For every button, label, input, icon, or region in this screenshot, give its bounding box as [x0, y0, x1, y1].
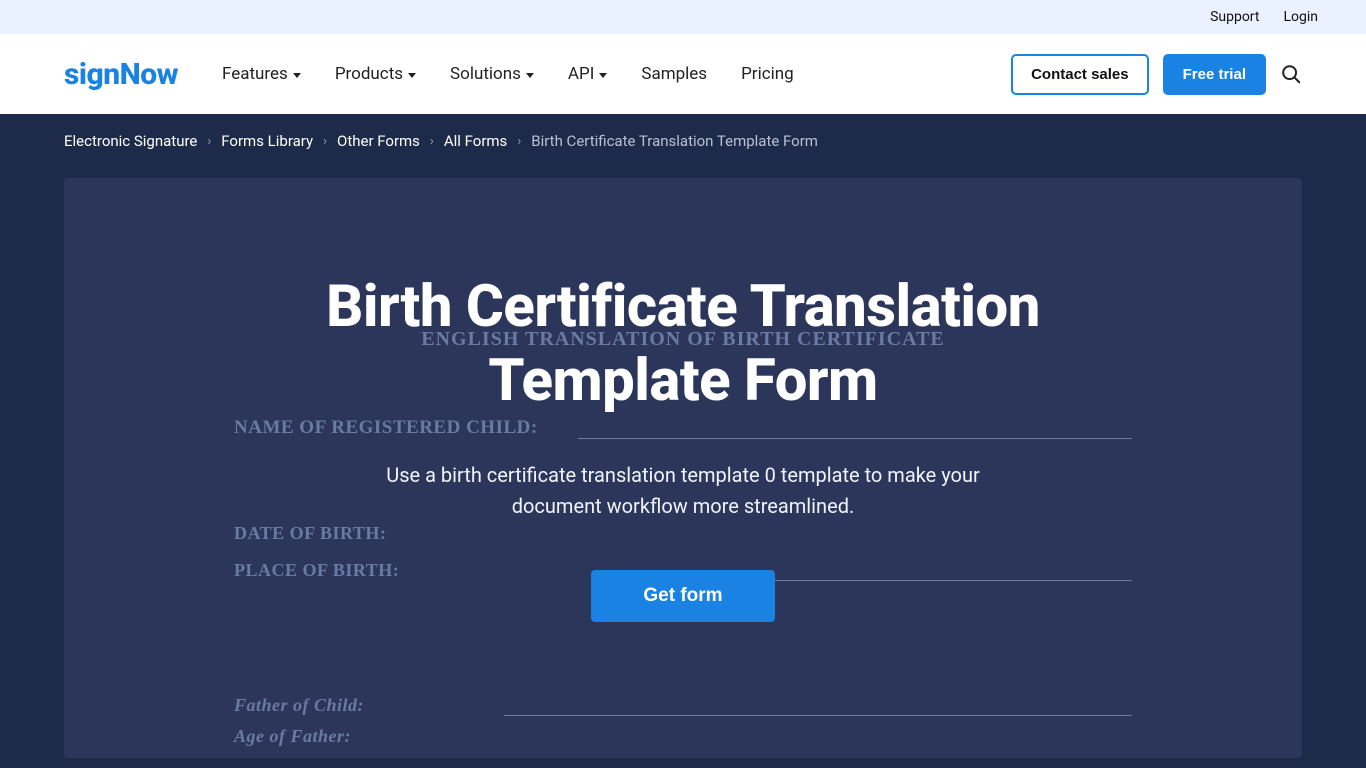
nav-features[interactable]: Features: [222, 64, 301, 84]
nav-samples[interactable]: Samples: [641, 64, 707, 84]
nav-features-label: Features: [222, 64, 288, 84]
breadcrumb-separator-icon: ›: [517, 134, 521, 149]
nav-api-label: API: [568, 64, 594, 84]
nav-solutions[interactable]: Solutions: [450, 64, 534, 84]
chevron-down-icon: [526, 73, 534, 78]
page-subtitle: Use a birth certificate translation temp…: [363, 460, 1003, 522]
nav-samples-label: Samples: [641, 64, 707, 84]
main-header: signNow Features Products Solutions API …: [0, 34, 1366, 114]
support-link[interactable]: Support: [1210, 9, 1259, 25]
nav-products[interactable]: Products: [335, 64, 416, 84]
breadcrumb-current: Birth Certificate Translation Template F…: [531, 132, 818, 150]
logo[interactable]: signNow: [64, 57, 178, 92]
nav-pricing[interactable]: Pricing: [741, 64, 794, 84]
chevron-down-icon: [408, 73, 416, 78]
nav-products-label: Products: [335, 64, 403, 84]
breadcrumb-forms-library[interactable]: Forms Library: [221, 132, 313, 150]
chevron-down-icon: [599, 73, 607, 78]
logo-now: Now: [120, 57, 178, 92]
hero-section: Electronic Signature › Forms Library › O…: [0, 114, 1366, 768]
search-icon[interactable]: [1280, 63, 1302, 85]
breadcrumb-electronic-signature[interactable]: Electronic Signature: [64, 132, 197, 150]
get-form-button[interactable]: Get form: [591, 570, 774, 622]
breadcrumb: Electronic Signature › Forms Library › O…: [30, 114, 1336, 150]
breadcrumb-other-forms[interactable]: Other Forms: [337, 132, 420, 150]
chevron-down-icon: [293, 73, 301, 78]
nav-pricing-label: Pricing: [741, 64, 794, 84]
main-nav: Features Products Solutions API Samples …: [222, 64, 794, 84]
logo-sign: sign: [64, 57, 120, 92]
nav-api[interactable]: API: [568, 64, 607, 84]
hero-content: Birth Certificate Translation Template F…: [64, 178, 1302, 758]
page-title: Birth Certificate Translation Template F…: [303, 270, 1063, 418]
breadcrumb-separator-icon: ›: [430, 134, 434, 149]
breadcrumb-separator-icon: ›: [207, 134, 211, 149]
contact-sales-button[interactable]: Contact sales: [1011, 54, 1149, 95]
breadcrumb-separator-icon: ›: [323, 134, 327, 149]
login-link[interactable]: Login: [1283, 9, 1318, 25]
nav-solutions-label: Solutions: [450, 64, 521, 84]
free-trial-button[interactable]: Free trial: [1163, 54, 1266, 95]
hero-box: ENGLISH TRANSLATION OF BIRTH CERTIFICATE…: [64, 178, 1302, 758]
breadcrumb-all-forms[interactable]: All Forms: [444, 132, 507, 150]
utility-bar: Support Login: [0, 0, 1366, 34]
header-actions: Contact sales Free trial: [1011, 54, 1302, 95]
